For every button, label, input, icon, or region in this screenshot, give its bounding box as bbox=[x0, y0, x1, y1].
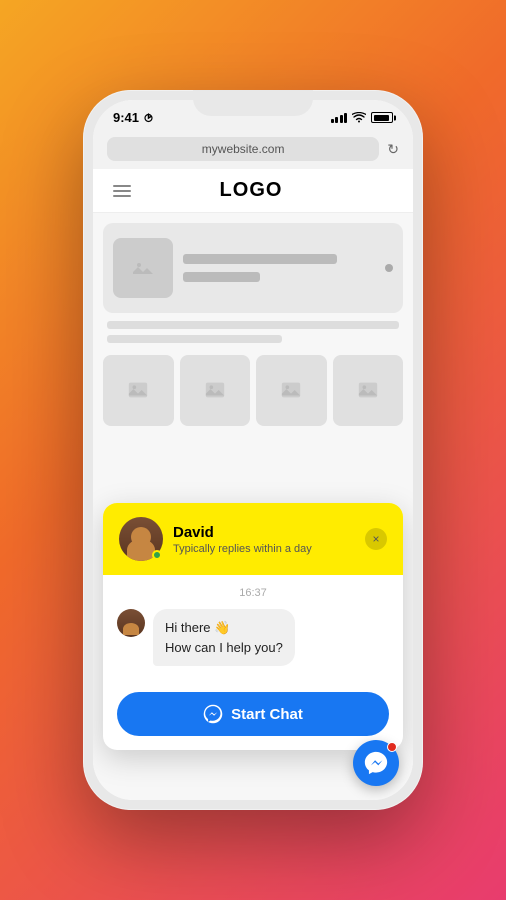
wifi-icon bbox=[352, 112, 366, 123]
grid-card-2 bbox=[180, 355, 251, 426]
status-icons bbox=[331, 112, 394, 123]
phone-screen: 9:41 bbox=[93, 100, 413, 800]
battery-icon bbox=[371, 112, 393, 123]
agent-name: David bbox=[173, 524, 355, 541]
messenger-fab-button[interactable] bbox=[353, 740, 399, 786]
navbar: LOGO bbox=[93, 169, 413, 213]
image-icon bbox=[131, 256, 155, 280]
card-image-icon bbox=[127, 379, 149, 401]
browser-bar: mywebsite.com ↻ bbox=[93, 131, 413, 169]
status-time: 9:41 bbox=[113, 110, 153, 125]
grid-cards bbox=[93, 351, 413, 434]
fab-messenger-icon bbox=[363, 750, 389, 776]
text-line-2 bbox=[107, 335, 282, 343]
page-content: LOGO bbox=[93, 169, 413, 800]
agent-reply-status: Typically replies within a day bbox=[173, 543, 355, 555]
hero-content bbox=[183, 254, 375, 282]
signal-icon bbox=[331, 113, 348, 123]
message-text-line1: Hi there 👋 bbox=[165, 618, 283, 638]
message-avatar bbox=[117, 609, 145, 637]
message-bubble: Hi there 👋 How can I help you? bbox=[153, 609, 295, 666]
hamburger-menu[interactable] bbox=[109, 181, 135, 201]
site-logo: LOGO bbox=[220, 179, 283, 202]
agent-info: David Typically replies within a day bbox=[173, 524, 355, 555]
chat-timestamp: 16:37 bbox=[117, 587, 389, 599]
text-lines bbox=[93, 313, 413, 351]
url-bar[interactable]: mywebsite.com bbox=[107, 137, 379, 161]
hero-line-2 bbox=[183, 272, 260, 282]
start-chat-label: Start Chat bbox=[231, 706, 303, 723]
notification-dot bbox=[387, 742, 397, 752]
messenger-icon bbox=[203, 704, 223, 724]
text-line-1 bbox=[107, 321, 399, 329]
card-image-icon bbox=[357, 379, 379, 401]
hero-line-1 bbox=[183, 254, 337, 264]
card-image-icon bbox=[204, 379, 226, 401]
grid-card-1 bbox=[103, 355, 174, 426]
agent-avatar-container bbox=[119, 517, 163, 561]
online-status-dot bbox=[152, 550, 162, 560]
start-chat-button[interactable]: Start Chat bbox=[117, 692, 389, 736]
message-text-line2: How can I help you? bbox=[165, 638, 283, 658]
reload-button[interactable]: ↻ bbox=[387, 141, 399, 158]
grid-card-3 bbox=[256, 355, 327, 426]
grid-card-4 bbox=[333, 355, 404, 426]
chat-message-row: Hi there 👋 How can I help you? bbox=[117, 609, 389, 666]
chat-header: David Typically replies within a day × bbox=[103, 503, 403, 575]
chat-body: 16:37 Hi there 👋 How can I help you? bbox=[103, 575, 403, 688]
close-chat-button[interactable]: × bbox=[365, 528, 387, 550]
phone-shell: 9:41 bbox=[83, 90, 423, 810]
hero-section bbox=[103, 223, 403, 313]
chat-popup: David Typically replies within a day × 1… bbox=[103, 503, 403, 750]
card-image-icon bbox=[280, 379, 302, 401]
notch-outer bbox=[193, 90, 313, 116]
hero-dot bbox=[385, 264, 393, 272]
hero-image bbox=[113, 238, 173, 298]
